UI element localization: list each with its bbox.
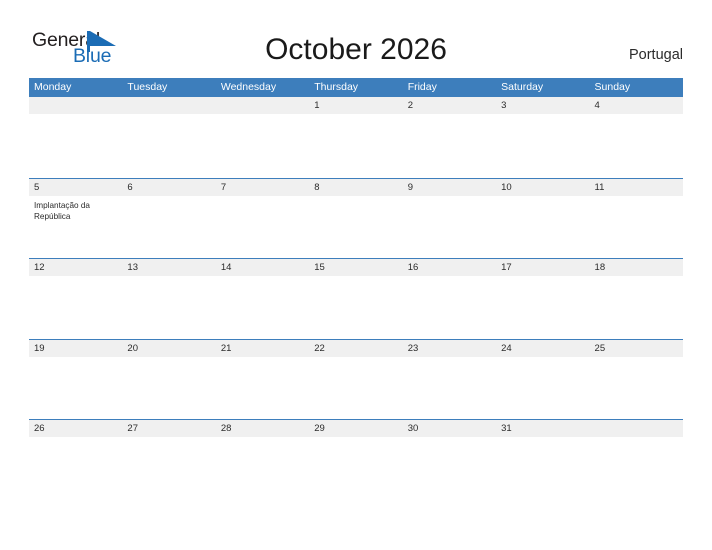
- day-number-27[interactable]: 27: [122, 420, 215, 437]
- calendar-week-row: 26 27 28 29 30 31: [29, 419, 683, 500]
- day-number-29[interactable]: 29: [309, 420, 402, 437]
- event-cell-empty: [590, 196, 683, 258]
- day-number-31[interactable]: 31: [496, 420, 589, 437]
- week-date-band: 12 13 14 15 16 17 18: [29, 259, 683, 276]
- weekday-header-friday: Friday: [407, 81, 437, 93]
- day-number-2[interactable]: 2: [403, 97, 496, 114]
- week-date-band: 19 20 21 22 23 24 25: [29, 339, 683, 357]
- event-cell-empty: [496, 114, 589, 176]
- week-date-band: 1234: [29, 97, 683, 114]
- day-number-6[interactable]: 6: [122, 179, 215, 196]
- day-number-24[interactable]: 24: [496, 340, 589, 357]
- event-cell-empty: [122, 114, 215, 176]
- weekday-header-sunday: Sunday: [594, 81, 631, 93]
- calendar-week-row: 5 6 7 8 9 10 11 Implantação da República: [29, 177, 683, 259]
- week-event-band: [29, 276, 683, 338]
- day-number-14[interactable]: 14: [216, 259, 309, 276]
- weekday-header-saturday: Saturday: [501, 81, 544, 93]
- event-cell-empty: [590, 437, 683, 499]
- day-cell-empty: [216, 97, 309, 114]
- event-cell-empty: [403, 357, 496, 419]
- country-label: Portugal: [628, 47, 683, 63]
- day-number-5[interactable]: 5: [29, 179, 122, 196]
- day-cell-empty: [29, 97, 122, 114]
- day-number-19[interactable]: 19: [29, 340, 122, 357]
- event-cell-empty: [216, 357, 309, 419]
- event-cell-empty: [216, 196, 309, 258]
- page-header: General Blue October 2026 Portugal: [0, 0, 712, 78]
- event-cell-empty: [309, 276, 402, 338]
- day-number-18[interactable]: 18: [590, 259, 683, 276]
- event-cell-empty: [403, 196, 496, 258]
- event-cell-empty: [29, 437, 122, 499]
- weekday-header-monday: Monday: [34, 81, 72, 93]
- weekday-header-tuesday: Tuesday: [127, 81, 168, 93]
- day-cell-empty: [590, 420, 683, 437]
- event-cell-empty: [496, 276, 589, 338]
- day-number-28[interactable]: 28: [216, 420, 309, 437]
- event-cell-empty: [403, 114, 496, 176]
- event-cell-empty: [29, 114, 122, 176]
- week-date-band: 26 27 28 29 30 31: [29, 420, 683, 437]
- event-cell-empty: [216, 114, 309, 176]
- event-cell-empty: [309, 437, 402, 499]
- event-cell-empty: [216, 276, 309, 338]
- event-cell-empty: [122, 276, 215, 338]
- day-number-9[interactable]: 9: [403, 179, 496, 196]
- week-date-band: 5 6 7 8 9 10 11: [29, 178, 683, 196]
- day-number-1[interactable]: 1: [309, 97, 402, 114]
- day-number-25[interactable]: 25: [590, 340, 683, 357]
- week-event-band: Implantação da República: [29, 196, 683, 258]
- event-cell-empty: [590, 276, 683, 338]
- event-cell-empty: [590, 114, 683, 176]
- day-number-7[interactable]: 7: [216, 179, 309, 196]
- event-cell-empty: [403, 437, 496, 499]
- day-number-4[interactable]: 4: [590, 97, 683, 114]
- event-cell-empty: [496, 437, 589, 499]
- calendar-page: General Blue October 2026 Portugal Monda…: [0, 0, 712, 550]
- day-number-13[interactable]: 13: [122, 259, 215, 276]
- event-cell-empty: [122, 437, 215, 499]
- day-number-20[interactable]: 20: [122, 340, 215, 357]
- day-cell-empty: [122, 97, 215, 114]
- day-number-10[interactable]: 10: [496, 179, 589, 196]
- event-cell-empty: [122, 357, 215, 419]
- calendar-grid: Monday Tuesday Wednesday Thursday Friday Satu…: [29, 78, 683, 500]
- event-cell-empty: [403, 276, 496, 338]
- day-number-11[interactable]: 11: [590, 179, 683, 196]
- day-number-8[interactable]: 8: [309, 179, 402, 196]
- calendar-week-row: 1234: [29, 97, 683, 178]
- event-cell-empty: [496, 357, 589, 419]
- event-cell-empty: [309, 357, 402, 419]
- event-cell-empty: [29, 276, 122, 338]
- calendar-weeks: 1 2 3 4 5 6 7 8 9 10 11 Implantação da República 12 1…: [29, 97, 683, 500]
- week-event-band: [29, 437, 683, 499]
- day-number-17[interactable]: 17: [496, 259, 589, 276]
- weekday-header-row: Monday Tuesday Wednesday Thursday Friday Satu…: [29, 78, 683, 97]
- day-number-3[interactable]: 3: [496, 97, 589, 114]
- event-cell-empty: [122, 196, 215, 258]
- page-title: October 2026: [265, 33, 447, 66]
- event-cell-empty: [29, 357, 122, 419]
- week-event-band: [29, 114, 683, 176]
- day-number-21[interactable]: 21: [216, 340, 309, 357]
- event-cell-empty: [309, 196, 402, 258]
- day-number-23[interactable]: 23: [403, 340, 496, 357]
- holiday-label[interactable]: Implantação da República: [29, 196, 122, 258]
- calendar-week-row: 12 13 14 15 16 17 18: [29, 258, 683, 339]
- calendar-week-row: 19 20 21 22 23 24 25: [29, 338, 683, 420]
- day-number-12[interactable]: 12: [29, 259, 122, 276]
- day-number-26[interactable]: 26: [29, 420, 122, 437]
- event-cell-empty: [496, 196, 589, 258]
- event-cell-empty: [216, 437, 309, 499]
- week-event-band: [29, 357, 683, 419]
- day-number-22[interactable]: 22: [309, 340, 402, 357]
- day-number-15[interactable]: 15: [309, 259, 402, 276]
- weekday-header-wednesday: Wednesday: [220, 81, 277, 93]
- event-cell-empty: [590, 357, 683, 419]
- event-cell-empty: [309, 114, 402, 176]
- day-number-30[interactable]: 30: [403, 420, 496, 437]
- weekday-header-thursday: Thursday: [314, 81, 359, 93]
- day-number-16[interactable]: 16: [403, 259, 496, 276]
